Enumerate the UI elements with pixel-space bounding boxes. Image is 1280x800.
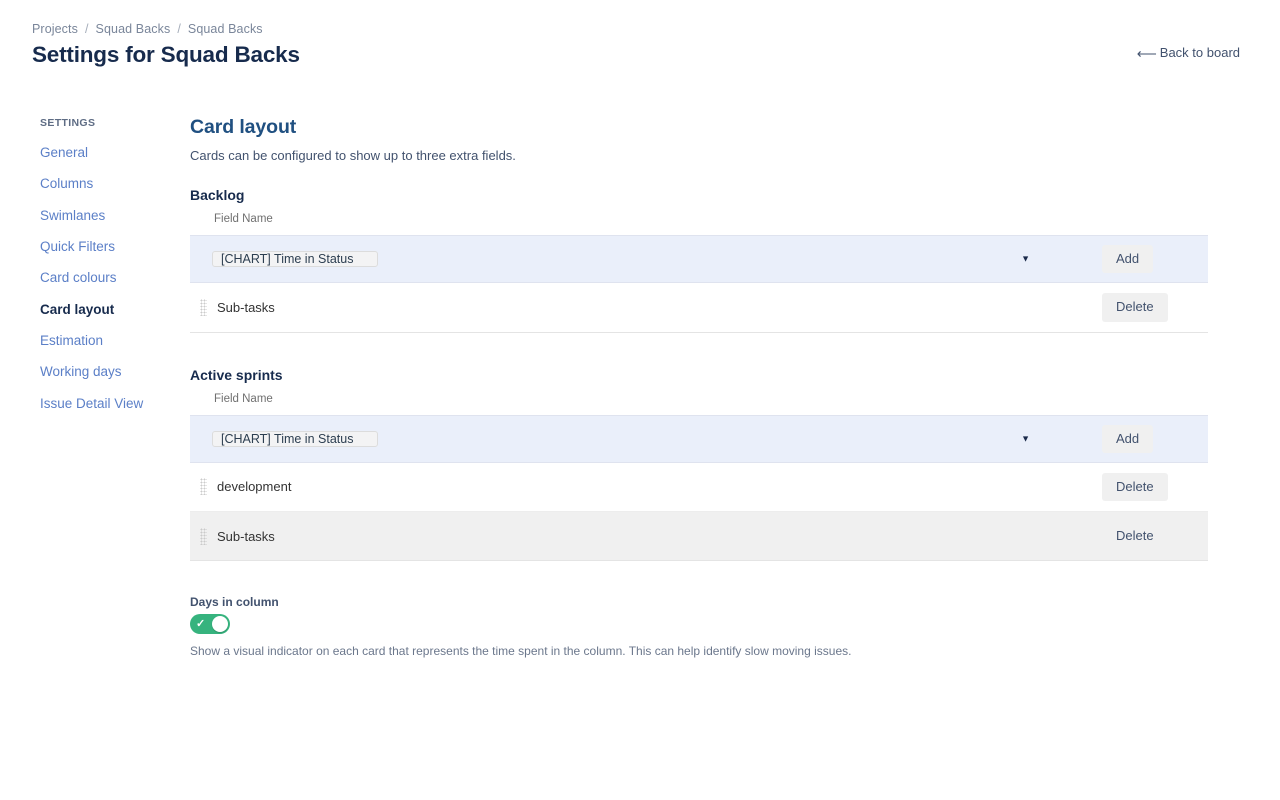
breadcrumb-separator: / bbox=[84, 22, 89, 36]
days-in-column-description: Show a visual indicator on each card tha… bbox=[190, 644, 852, 659]
breadcrumb-item-projects[interactable]: Projects bbox=[32, 22, 78, 36]
field-row-label: Sub-tasks bbox=[217, 528, 275, 544]
section-active-sprints: Active sprints Field Name [CHART] Time i… bbox=[190, 367, 1210, 562]
add-field-row: [CHART] Time in Status ▼ Add bbox=[190, 415, 1208, 463]
section-heading-backlog: Backlog bbox=[190, 187, 245, 203]
breadcrumb-item-current[interactable]: Squad Backs bbox=[188, 22, 263, 36]
days-in-column-label: Days in column bbox=[190, 595, 279, 610]
days-in-column-toggle[interactable]: ✓ bbox=[190, 614, 230, 635]
field-row-label: development bbox=[217, 479, 292, 495]
main-content: Card layout Cards can be configured to s… bbox=[190, 116, 1210, 658]
field-select-value: [CHART] Time in Status bbox=[212, 430, 379, 447]
sidebar-item-general[interactable]: General bbox=[40, 142, 190, 165]
toggle-knob bbox=[212, 616, 228, 633]
days-in-column-section: Days in column ✓ Show a visual indicator… bbox=[190, 595, 1210, 658]
field-select-value: [CHART] Time in Status bbox=[212, 251, 379, 268]
field-table-backlog: Field Name [CHART] Time in Status ▼ Add bbox=[190, 213, 1208, 333]
chevron-down-icon: ▼ bbox=[1021, 433, 1030, 444]
section-heading-active-sprints: Active sprints bbox=[190, 366, 283, 383]
column-header-field-name: Field Name bbox=[214, 213, 273, 225]
sidebar-item-columns[interactable]: Columns bbox=[40, 173, 190, 196]
back-to-board-link[interactable]: ⟵ Back to board bbox=[1137, 45, 1240, 60]
add-button-backlog[interactable]: Add bbox=[1102, 245, 1154, 274]
arrow-left-icon: ⟵ bbox=[1136, 45, 1157, 61]
field-select-backlog[interactable]: [CHART] Time in Status ▼ bbox=[212, 247, 1038, 271]
field-select-active-sprints[interactable]: [CHART] Time in Status ▼ bbox=[212, 427, 1038, 451]
sidebar-item-card-colours[interactable]: Card colours bbox=[40, 267, 190, 290]
table-row: Sub-tasks Delete bbox=[190, 511, 1208, 562]
section-backlog: Backlog Field Name [CHART] Time in Statu… bbox=[190, 187, 1210, 333]
table-row: development Delete bbox=[190, 462, 1208, 513]
page-title: Settings for Squad Backs bbox=[32, 42, 300, 67]
sidebar-item-card-layout[interactable]: Card layout bbox=[40, 299, 190, 322]
add-field-row: [CHART] Time in Status ▼ Add bbox=[190, 235, 1208, 283]
column-header-field-name: Field Name bbox=[214, 392, 273, 405]
sidebar-item-estimation[interactable]: Estimation bbox=[40, 330, 190, 353]
breadcrumb-separator: / bbox=[177, 22, 181, 36]
sidebar-item-working-days[interactable]: Working days bbox=[40, 361, 190, 384]
page-header: Projects / Squad Backs / Squad Backs Setting… bbox=[0, 0, 1280, 68]
breadcrumb-item-board[interactable]: Squad Backs bbox=[96, 22, 171, 36]
check-icon: ✓ bbox=[196, 617, 206, 630]
page-body: SETTINGS General Columns Swimlanes Quick… bbox=[0, 116, 1280, 658]
table-header-row: Field Name bbox=[190, 213, 1208, 236]
delete-button[interactable]: Delete bbox=[1102, 472, 1168, 501]
sidebar-item-quick-filters[interactable]: Quick Filters bbox=[40, 236, 190, 259]
table-header-row: Field Name bbox=[190, 393, 1208, 416]
sidebar-heading: SETTINGS bbox=[40, 117, 96, 129]
field-row-label: Sub-tasks bbox=[217, 299, 275, 315]
breadcrumb: Projects / Squad Backs / Squad Backs bbox=[32, 22, 1240, 36]
sidebar-item-issue-detail-view[interactable]: Issue Detail View bbox=[40, 393, 190, 416]
delete-button[interactable]: Delete bbox=[1102, 293, 1168, 322]
content-title: Card layout bbox=[190, 116, 297, 138]
drag-handle-icon[interactable] bbox=[200, 527, 207, 545]
content-description: Cards can be configured to show up to th… bbox=[190, 148, 516, 163]
settings-sidebar: SETTINGS General Columns Swimlanes Quick… bbox=[0, 116, 190, 658]
field-table-active-sprints: Field Name [CHART] Time in Status ▼ Add bbox=[190, 393, 1208, 562]
drag-handle-icon[interactable] bbox=[200, 478, 207, 496]
add-button-active-sprints[interactable]: Add bbox=[1102, 424, 1154, 453]
delete-button[interactable]: Delete bbox=[1102, 522, 1168, 551]
back-to-board-label: Back to board bbox=[1159, 45, 1240, 60]
table-row: Sub-tasks Delete bbox=[190, 282, 1208, 333]
chevron-down-icon: ▼ bbox=[1021, 253, 1030, 264]
drag-handle-icon[interactable] bbox=[200, 298, 207, 316]
sidebar-item-swimlanes[interactable]: Swimlanes bbox=[40, 205, 190, 228]
